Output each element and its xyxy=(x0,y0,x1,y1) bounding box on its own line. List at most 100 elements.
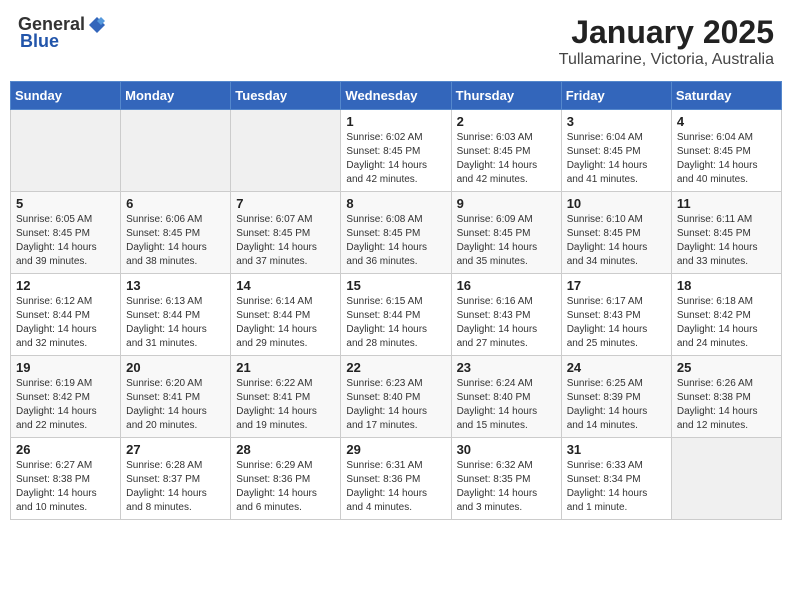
calendar-week-row: 19Sunrise: 6:19 AM Sunset: 8:42 PM Dayli… xyxy=(11,356,782,438)
logo-icon xyxy=(87,15,107,35)
day-info: Sunrise: 6:24 AM Sunset: 8:40 PM Dayligh… xyxy=(457,377,556,433)
day-of-week-header: Wednesday xyxy=(341,82,451,110)
calendar-day-cell: 25 Sunrise: 6:26 AM Sunset: 8:38 PM Dayli… xyxy=(671,356,781,438)
day-number: 16 xyxy=(457,278,556,293)
day-number: 29 xyxy=(346,442,445,457)
day-info: Sunrise: 6:13 AM Sunset: 8:44 PM Dayligh… xyxy=(126,295,225,351)
day-info: Sunrise: 6:07 AM Sunset: 8:45 PM Dayligh… xyxy=(236,213,335,269)
day-number: 22 xyxy=(346,360,445,375)
calendar-day-cell: 24 Sunrise: 6:25 AM Sunset: 8:39 PM Dayli… xyxy=(561,356,671,438)
calendar-day-cell: 12 Sunrise: 6:12 AM Sunset: 8:44 PM Dayli… xyxy=(11,274,121,356)
calendar-day-cell xyxy=(11,110,121,192)
day-number: 6 xyxy=(126,196,225,211)
calendar-day-cell: 16Sunrise: 6:16 AM Sunset: 8:43 PM Dayli… xyxy=(451,274,561,356)
calendar-day-cell: 18 Sunrise: 6:18 AM Sunset: 8:42 PM Dayli… xyxy=(671,274,781,356)
title-block: January 2025 Tullamarine, Victoria, Aust… xyxy=(559,14,774,69)
day-info: Sunrise: 6:33 AM Sunset: 8:34 PM Dayligh… xyxy=(567,459,666,515)
day-number: 21 xyxy=(236,360,335,375)
day-number: 14 xyxy=(236,278,335,293)
calendar-day-cell xyxy=(231,110,341,192)
day-of-week-header: Saturday xyxy=(671,82,781,110)
calendar-day-cell: 21 Sunrise: 6:22 AM Sunset: 8:41 PM Dayli… xyxy=(231,356,341,438)
calendar-day-cell: 3Sunrise: 6:04 AM Sunset: 8:45 PM Daylig… xyxy=(561,110,671,192)
day-number: 13 xyxy=(126,278,225,293)
day-number: 11 xyxy=(677,196,776,211)
day-number: 9 xyxy=(457,196,556,211)
day-number: 4 xyxy=(677,114,776,129)
day-number: 2 xyxy=(457,114,556,129)
day-info: Sunrise: 6:26 AM Sunset: 8:38 PM Dayligh… xyxy=(677,377,776,433)
day-info: Sunrise: 6:05 AM Sunset: 8:45 PM Dayligh… xyxy=(16,213,115,269)
calendar-day-cell xyxy=(671,438,781,520)
page-subtitle: Tullamarine, Victoria, Australia xyxy=(559,51,774,69)
day-number: 28 xyxy=(236,442,335,457)
day-info: Sunrise: 6:23 AM Sunset: 8:40 PM Dayligh… xyxy=(346,377,445,433)
day-of-week-header: Thursday xyxy=(451,82,561,110)
calendar-day-cell: 30Sunrise: 6:32 AM Sunset: 8:35 PM Dayli… xyxy=(451,438,561,520)
day-info: Sunrise: 6:12 AM Sunset: 8:44 PM Dayligh… xyxy=(16,295,115,351)
calendar-day-cell: 27 Sunrise: 6:28 AM Sunset: 8:37 PM Dayli… xyxy=(121,438,231,520)
calendar-day-cell: 14 Sunrise: 6:14 AM Sunset: 8:44 PM Dayli… xyxy=(231,274,341,356)
logo-blue: Blue xyxy=(20,31,59,52)
calendar-day-cell xyxy=(121,110,231,192)
day-of-week-header: Sunday xyxy=(11,82,121,110)
calendar-day-cell: 31 Sunrise: 6:33 AM Sunset: 8:34 PM Dayli… xyxy=(561,438,671,520)
calendar-day-cell: 28 Sunrise: 6:29 AM Sunset: 8:36 PM Dayli… xyxy=(231,438,341,520)
calendar-header-row: SundayMondayTuesdayWednesdayThursdayFrid… xyxy=(11,82,782,110)
day-info: Sunrise: 6:10 AM Sunset: 8:45 PM Dayligh… xyxy=(567,213,666,269)
day-info: Sunrise: 6:06 AM Sunset: 8:45 PM Dayligh… xyxy=(126,213,225,269)
calendar-week-row: 26Sunrise: 6:27 AM Sunset: 8:38 PM Dayli… xyxy=(11,438,782,520)
calendar-day-cell: 11 Sunrise: 6:11 AM Sunset: 8:45 PM Dayli… xyxy=(671,192,781,274)
calendar-day-cell: 15Sunrise: 6:15 AM Sunset: 8:44 PM Dayli… xyxy=(341,274,451,356)
day-number: 25 xyxy=(677,360,776,375)
calendar-day-cell: 26Sunrise: 6:27 AM Sunset: 8:38 PM Dayli… xyxy=(11,438,121,520)
day-number: 26 xyxy=(16,442,115,457)
calendar-day-cell: 13 Sunrise: 6:13 AM Sunset: 8:44 PM Dayli… xyxy=(121,274,231,356)
day-of-week-header: Monday xyxy=(121,82,231,110)
calendar-day-cell: 10 Sunrise: 6:10 AM Sunset: 8:45 PM Dayli… xyxy=(561,192,671,274)
logo: General Blue xyxy=(18,14,107,52)
day-info: Sunrise: 6:11 AM Sunset: 8:45 PM Dayligh… xyxy=(677,213,776,269)
day-of-week-header: Friday xyxy=(561,82,671,110)
calendar-day-cell: 22 Sunrise: 6:23 AM Sunset: 8:40 PM Dayli… xyxy=(341,356,451,438)
day-info: Sunrise: 6:20 AM Sunset: 8:41 PM Dayligh… xyxy=(126,377,225,433)
day-info: Sunrise: 6:09 AM Sunset: 8:45 PM Dayligh… xyxy=(457,213,556,269)
day-number: 8 xyxy=(346,196,445,211)
calendar-day-cell: 17 Sunrise: 6:17 AM Sunset: 8:43 PM Dayli… xyxy=(561,274,671,356)
calendar-day-cell: 8 Sunrise: 6:08 AM Sunset: 8:45 PM Daylig… xyxy=(341,192,451,274)
day-info: Sunrise: 6:03 AM Sunset: 8:45 PM Dayligh… xyxy=(457,131,556,187)
day-info: Sunrise: 6:18 AM Sunset: 8:42 PM Dayligh… xyxy=(677,295,776,351)
day-info: Sunrise: 6:28 AM Sunset: 8:37 PM Dayligh… xyxy=(126,459,225,515)
day-info: Sunrise: 6:14 AM Sunset: 8:44 PM Dayligh… xyxy=(236,295,335,351)
calendar-day-cell: 20 Sunrise: 6:20 AM Sunset: 8:41 PM Dayli… xyxy=(121,356,231,438)
calendar-week-row: 1Sunrise: 6:02 AM Sunset: 8:45 PM Daylig… xyxy=(11,110,782,192)
day-info: Sunrise: 6:22 AM Sunset: 8:41 PM Dayligh… xyxy=(236,377,335,433)
calendar-day-cell: 19Sunrise: 6:19 AM Sunset: 8:42 PM Dayli… xyxy=(11,356,121,438)
day-number: 24 xyxy=(567,360,666,375)
day-info: Sunrise: 6:17 AM Sunset: 8:43 PM Dayligh… xyxy=(567,295,666,351)
day-info: Sunrise: 6:04 AM Sunset: 8:45 PM Dayligh… xyxy=(677,131,776,187)
day-number: 27 xyxy=(126,442,225,457)
day-number: 18 xyxy=(677,278,776,293)
day-info: Sunrise: 6:04 AM Sunset: 8:45 PM Dayligh… xyxy=(567,131,666,187)
calendar-day-cell: 9 Sunrise: 6:09 AM Sunset: 8:45 PM Daylig… xyxy=(451,192,561,274)
day-number: 20 xyxy=(126,360,225,375)
day-info: Sunrise: 6:29 AM Sunset: 8:36 PM Dayligh… xyxy=(236,459,335,515)
day-info: Sunrise: 6:25 AM Sunset: 8:39 PM Dayligh… xyxy=(567,377,666,433)
day-info: Sunrise: 6:08 AM Sunset: 8:45 PM Dayligh… xyxy=(346,213,445,269)
day-number: 7 xyxy=(236,196,335,211)
day-info: Sunrise: 6:15 AM Sunset: 8:44 PM Dayligh… xyxy=(346,295,445,351)
day-number: 31 xyxy=(567,442,666,457)
day-number: 10 xyxy=(567,196,666,211)
day-number: 5 xyxy=(16,196,115,211)
day-info: Sunrise: 6:32 AM Sunset: 8:35 PM Dayligh… xyxy=(457,459,556,515)
calendar-day-cell: 6 Sunrise: 6:06 AM Sunset: 8:45 PM Daylig… xyxy=(121,192,231,274)
calendar-table: SundayMondayTuesdayWednesdayThursdayFrid… xyxy=(10,81,782,520)
calendar-week-row: 12 Sunrise: 6:12 AM Sunset: 8:44 PM Dayli… xyxy=(11,274,782,356)
calendar-day-cell: 4 Sunrise: 6:04 AM Sunset: 8:45 PM Daylig… xyxy=(671,110,781,192)
day-number: 17 xyxy=(567,278,666,293)
day-number: 12 xyxy=(16,278,115,293)
page-title: January 2025 xyxy=(559,14,774,51)
calendar-day-cell: 29Sunrise: 6:31 AM Sunset: 8:36 PM Dayli… xyxy=(341,438,451,520)
calendar-day-cell: 23Sunrise: 6:24 AM Sunset: 8:40 PM Dayli… xyxy=(451,356,561,438)
